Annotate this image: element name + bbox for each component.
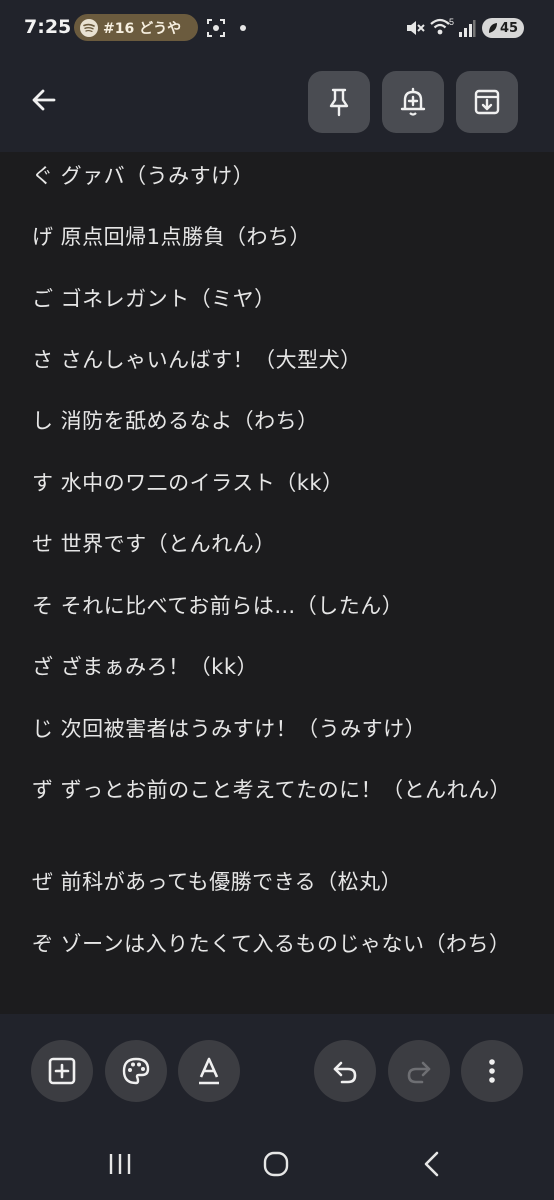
text-format-icon <box>199 1057 219 1085</box>
note-line: ざ ざまぁみろ！（kk） <box>32 655 258 679</box>
wifi-icon: 5 <box>430 17 454 35</box>
reminder-button[interactable] <box>382 71 444 133</box>
status-bar: 7:25 #16 どうや 5 45 <box>0 0 554 56</box>
back-button[interactable] <box>22 78 66 122</box>
home-button[interactable] <box>256 1146 296 1182</box>
battery-level: 45 <box>499 20 519 36</box>
more-options-button[interactable] <box>461 1040 523 1102</box>
media-chip[interactable]: #16 どうや <box>74 14 198 41</box>
home-icon <box>263 1151 289 1177</box>
chevron-left-icon <box>424 1151 439 1177</box>
system-back-button[interactable] <box>412 1146 452 1182</box>
recents-button[interactable] <box>100 1146 140 1182</box>
pin-icon <box>329 88 349 117</box>
notification-dot-icon <box>240 25 246 31</box>
add-button[interactable] <box>31 1040 93 1102</box>
signal-icon <box>459 20 476 37</box>
screenshot-icon <box>207 19 225 37</box>
undo-button[interactable] <box>314 1040 376 1102</box>
note-line: そ それに比べてお前らは…（したん） <box>32 594 404 618</box>
mute-icon <box>407 21 425 35</box>
note-line: げ 原点回帰1点勝負（わち） <box>32 225 312 249</box>
battery-indicator: 45 <box>482 18 524 38</box>
media-chip-text: #16 どうや <box>103 20 182 37</box>
wifi-badge: 5 <box>449 17 454 27</box>
note-line: ず ずっとお前のこと考えてたのに！（とんれん） <box>32 778 512 802</box>
note-line: さ さんしゃいんばす！（大型犬） <box>32 348 362 372</box>
pin-button[interactable] <box>308 71 370 133</box>
note-body[interactable]: ぐ グァバ（うみすけ） げ 原点回帰1点勝負（わち） ご ゴネレガント（ミヤ） … <box>0 152 554 1014</box>
note-line: ぜ 前科があっても優勝できる（松丸） <box>32 870 403 894</box>
note-line: ぐ グァバ（うみすけ） <box>32 164 255 188</box>
note-line: じ 次回被害者はうみすけ！（うみすけ） <box>32 717 427 741</box>
bell-plus-icon <box>400 87 426 116</box>
palette-icon <box>122 1057 150 1085</box>
more-vert-icon <box>489 1059 495 1083</box>
leaf-icon <box>488 23 497 33</box>
archive-button[interactable] <box>456 71 518 133</box>
arrow-left-icon <box>32 89 56 111</box>
redo-button[interactable] <box>388 1040 450 1102</box>
note-top-bar <box>0 56 554 152</box>
add-box-icon <box>48 1057 76 1085</box>
redo-icon <box>407 1061 431 1084</box>
note-line: ぞ ゾーンは入りたくて入るものじゃない（わち） <box>32 932 511 956</box>
note-line: ご ゴネレガント（ミヤ） <box>32 287 276 311</box>
note-line: し 消防を舐めるなよ（わち） <box>32 409 319 433</box>
archive-icon <box>474 89 500 115</box>
editor-toolbar <box>0 1014 554 1130</box>
spotify-icon <box>80 18 98 37</box>
note-line: す 水中のワ二のイラスト（kk） <box>32 471 344 495</box>
system-nav-bar <box>0 1130 554 1200</box>
undo-icon <box>333 1061 357 1084</box>
recents-icon <box>109 1154 131 1174</box>
background-color-button[interactable] <box>105 1040 167 1102</box>
text-format-button[interactable] <box>178 1040 240 1102</box>
note-line: せ 世界です（とんれん） <box>32 532 276 556</box>
status-time: 7:25 <box>24 16 72 38</box>
